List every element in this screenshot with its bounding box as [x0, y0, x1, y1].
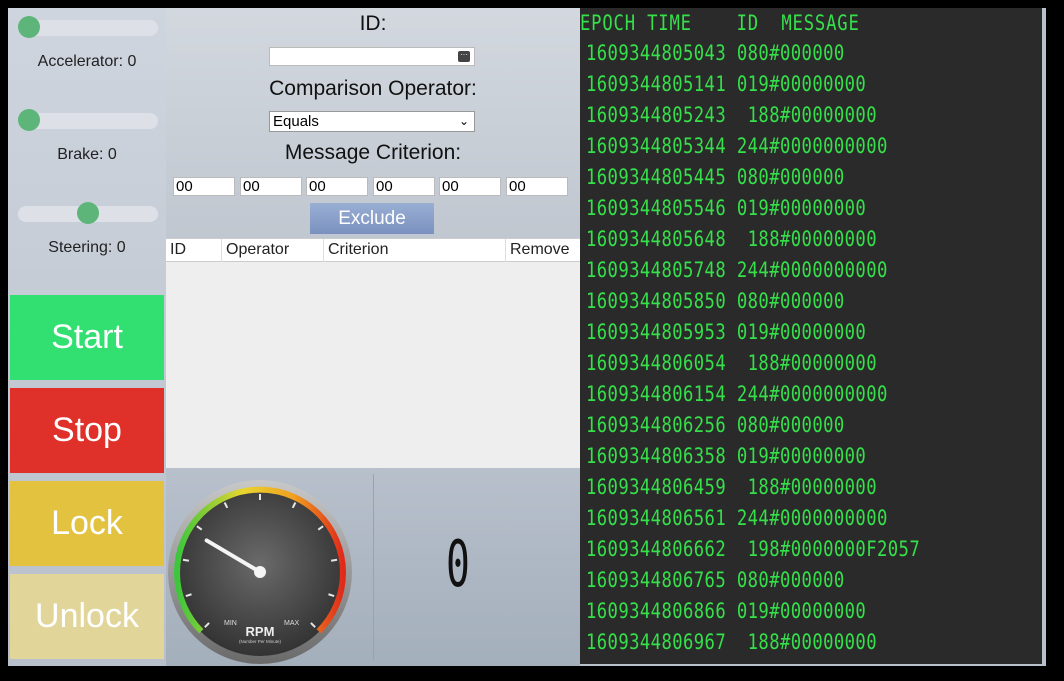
table-header: ID Operator Criterion Remove: [166, 238, 580, 262]
operator-select[interactable]: Equals ⌄: [269, 111, 475, 132]
gauge-tick: [330, 558, 338, 562]
log-row: 1609344806154 244#0000000000: [586, 382, 888, 406]
rpm-digit-glyph: 0: [446, 527, 470, 602]
log-row: 1609344806054 188#00000000: [586, 351, 877, 375]
id-label: ID:: [359, 12, 387, 35]
log-row: 1609344805546 019#00000000: [586, 196, 867, 220]
column-header-remove: Remove: [510, 241, 570, 258]
id-input[interactable]: ···: [269, 47, 475, 66]
operator-label: Comparison Operator:: [269, 77, 477, 100]
criterion-byte-1[interactable]: 00: [173, 177, 235, 196]
rpm-digit-value: 0: [446, 536, 470, 598]
log-row: 1609344805953 019#00000000: [586, 320, 867, 344]
accelerator-slider[interactable]: [18, 16, 158, 38]
log-row: 1609344806358 019#00000000: [586, 444, 867, 468]
criterion-byte-2[interactable]: 00: [240, 177, 302, 196]
message-log: EPOCH TIME ID MESSAGE 1609344805043 080#…: [580, 8, 1042, 664]
gauge-area: MIN MAX RPM (Number Per Minute) 0: [166, 468, 580, 666]
filter-panel: ID: ··· Comparison Operator: Equals ⌄ Me…: [166, 8, 580, 666]
criterion-label: Message Criterion:: [284, 141, 462, 164]
brake-label: Brake: 0: [57, 146, 117, 163]
log-row: 1609344806662 198#0000000F2057: [586, 537, 921, 561]
column-header-operator: Operator: [222, 239, 324, 262]
accelerator-slider-thumb[interactable]: [18, 16, 40, 38]
unlock-button[interactable]: Unlock: [10, 574, 164, 659]
log-row: 1609344805445 080#000000: [586, 165, 845, 189]
datalist-icon[interactable]: ···: [458, 51, 470, 62]
criterion-byte-3[interactable]: 00: [306, 177, 368, 196]
steering-slider[interactable]: [18, 202, 158, 224]
log-row: 1609344805748 244#0000000000: [586, 258, 888, 282]
app-window: Accelerator: 0 Brake: 0 Steering: 0 Star…: [8, 8, 1046, 666]
gauge-subtitle: (Number Per Minute): [239, 639, 282, 644]
log-header: EPOCH TIME ID MESSAGE: [580, 11, 860, 35]
criterion-byte-5[interactable]: 00: [439, 177, 501, 196]
brake-slider-thumb[interactable]: [18, 109, 40, 131]
start-button[interactable]: Start: [10, 295, 164, 380]
stop-button[interactable]: Stop: [10, 388, 164, 473]
log-row: 1609344806765 080#000000: [586, 568, 845, 592]
filter-form: ID: ··· Comparison Operator: Equals ⌄ Me…: [166, 8, 580, 238]
log-row: 1609344805344 244#0000000000: [586, 134, 888, 158]
accelerator-label: Accelerator: 0: [37, 53, 137, 70]
brake-slider[interactable]: [18, 109, 158, 131]
log-row: 1609344806256 080#000000: [586, 413, 845, 437]
log-row: 1609344806967 188#00000000: [586, 630, 877, 654]
log-row: 1609344805043 080#000000: [586, 41, 845, 65]
gauge-min-label: MIN: [224, 620, 237, 627]
rpm-gauge: MIN MAX RPM (Number Per Minute): [168, 480, 352, 664]
exclude-button[interactable]: Exclude: [310, 203, 434, 234]
log-row: 1609344805850 080#000000: [586, 289, 845, 313]
gauge-divider: [373, 474, 374, 660]
log-row: 1609344806866 019#00000000: [586, 599, 867, 623]
criterion-byte-4[interactable]: 00: [373, 177, 435, 196]
log-row: 1609344806561 244#0000000000: [586, 506, 888, 530]
criterion-byte-6[interactable]: 00: [506, 177, 568, 196]
column-header-id: ID: [166, 239, 222, 262]
gauge-tick: [182, 558, 190, 562]
log-row: 1609344805141 019#00000000: [586, 72, 867, 96]
chevron-down-icon: ⌄: [458, 114, 469, 128]
gauge-hub: [254, 566, 266, 578]
gauge-max-label: MAX: [284, 620, 300, 627]
log-row: 1609344806459 188#00000000: [586, 475, 877, 499]
gauge-title: RPM: [246, 624, 275, 639]
steering-slider-thumb[interactable]: [77, 202, 99, 224]
steering-label: Steering: 0: [48, 239, 126, 256]
operator-select-value: Equals: [273, 113, 319, 130]
rpm-digital-display: 0: [446, 527, 486, 603]
log-row: 1609344805648 188#00000000: [586, 227, 877, 251]
column-header-criterion: Criterion: [324, 239, 506, 262]
controls-panel: Accelerator: 0 Brake: 0 Steering: 0 Star…: [8, 8, 166, 666]
filter-table: ID Operator Criterion Remove: [166, 238, 580, 468]
log-row: 1609344805243 188#00000000: [586, 103, 877, 127]
lock-button[interactable]: Lock: [10, 481, 164, 566]
